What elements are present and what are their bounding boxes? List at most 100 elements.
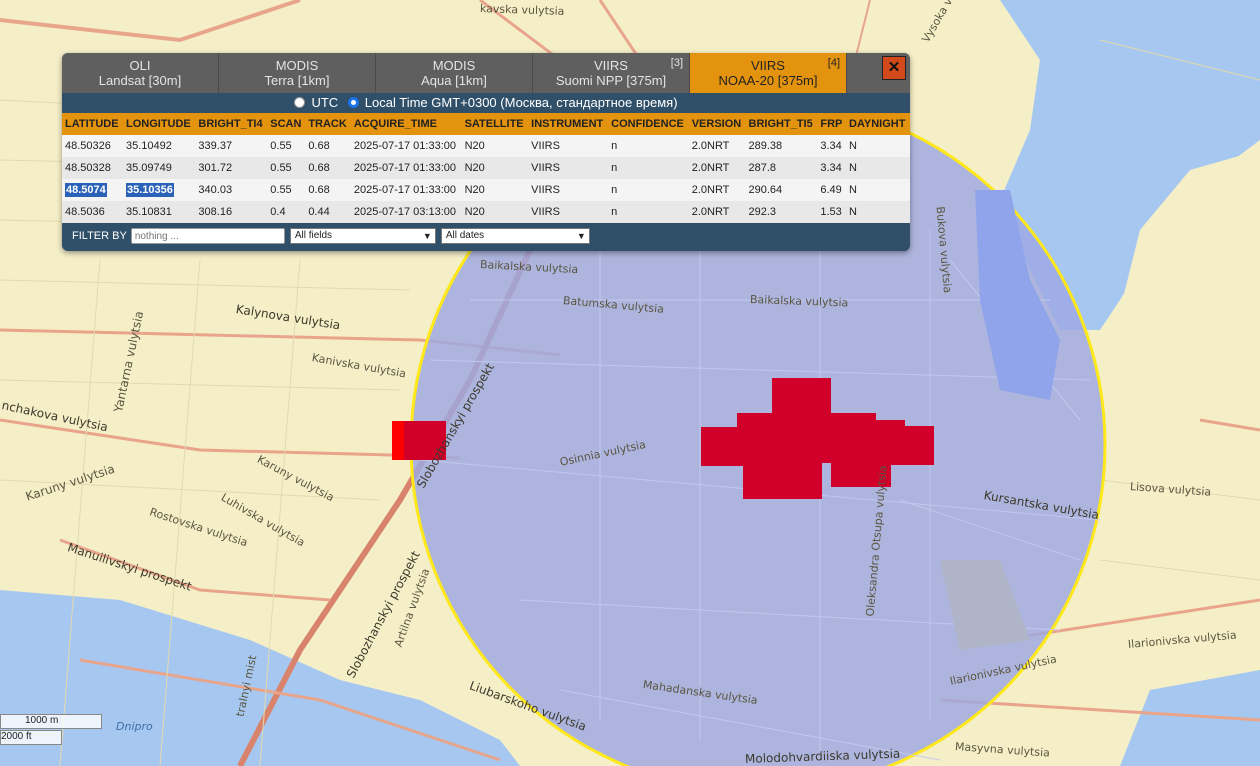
table-cell: N xyxy=(846,135,910,157)
column-header[interactable]: BRIGHT_TI4 xyxy=(195,113,268,135)
table-cell: 308.16 xyxy=(195,201,268,223)
tab-subtitle: Landsat [30m] xyxy=(98,73,182,88)
hotspot-pixel[interactable] xyxy=(870,420,905,465)
table-cell: 289.38 xyxy=(745,135,818,157)
water-label: Dnipro xyxy=(116,720,153,733)
highlighted-latitude: 48.5074 xyxy=(65,183,107,197)
table-cell: N xyxy=(846,157,910,179)
table-row[interactable]: 48.5036 35.10831 308.16 0.4 0.44 2025-07… xyxy=(62,201,910,223)
time-mode-selector: UTC Local Time GMT+0300 (Москва, стандар… xyxy=(62,93,910,113)
column-header[interactable]: INSTRUMENT xyxy=(528,113,609,135)
table-cell: 3.34 xyxy=(817,157,847,179)
table-cell: N20 xyxy=(461,179,529,201)
table-cell: 35.10356 xyxy=(122,179,196,201)
table-cell: 290.64 xyxy=(745,179,818,201)
hotspot-pixel[interactable] xyxy=(903,426,934,465)
column-header[interactable]: FRP xyxy=(817,113,847,135)
table-cell: N xyxy=(846,201,910,223)
tab-subtitle: Aqua [1km] xyxy=(421,73,487,88)
table-cell: 0.55 xyxy=(267,179,306,201)
table-cell: 2.0NRT xyxy=(688,135,746,157)
utc-option[interactable]: UTC xyxy=(294,93,338,113)
table-cell: 0.68 xyxy=(305,135,351,157)
column-header[interactable]: SATELLITE xyxy=(461,113,529,135)
table-cell: 2025-07-17 03:13:00 xyxy=(350,201,462,223)
table-row[interactable]: 48.50326 35.10492 339.37 0.55 0.68 2025-… xyxy=(62,135,910,157)
fire-data-table: LATITUDE LONGITUDE BRIGHT_TI4 SCAN TRACK… xyxy=(62,113,910,223)
table-cell: 35.09749 xyxy=(122,157,196,179)
table-cell: 0.55 xyxy=(267,157,306,179)
table-cell: 2.0NRT xyxy=(688,179,746,201)
fire-info-popup: OLI Landsat [30m] MODIS Terra [1km] MODI… xyxy=(62,53,910,251)
utc-radio[interactable] xyxy=(294,97,306,108)
tab-viirs-noaa-20[interactable]: [4] VIIRS NOAA-20 [375m] xyxy=(690,53,847,93)
table-cell: 0.68 xyxy=(305,179,351,201)
local-time-label: Local Time GMT+0300 (Москва, стандартное… xyxy=(364,95,678,110)
local-time-radio[interactable] xyxy=(347,97,359,108)
table-cell: 48.50328 xyxy=(62,157,123,179)
tab-title: OLI xyxy=(129,58,151,73)
table-cell: 301.72 xyxy=(195,157,268,179)
table-cell: VIIRS xyxy=(528,201,609,223)
tab-viirs-suomi-npp[interactable]: [3] VIIRS Suomi NPP [375m] xyxy=(533,53,690,93)
table-cell: VIIRS xyxy=(528,179,609,201)
table-cell: N20 xyxy=(461,201,529,223)
table-cell: 1.53 xyxy=(817,201,847,223)
filter-input[interactable] xyxy=(130,228,285,244)
date-select[interactable]: All dates ▼ xyxy=(440,228,590,244)
tab-oli-landsat[interactable]: OLI Landsat [30m] xyxy=(62,53,219,93)
chevron-down-icon: ▼ xyxy=(576,231,586,241)
local-time-option[interactable]: Local Time GMT+0300 (Москва, стандартное… xyxy=(347,93,678,113)
tab-modis-aqua[interactable]: MODIS Aqua [1km] xyxy=(376,53,533,93)
column-header[interactable]: SCAN xyxy=(267,113,306,135)
table-cell: 48.5074 xyxy=(62,179,123,201)
table-cell: 48.5036 xyxy=(62,201,123,223)
table-cell: 340.03 xyxy=(195,179,268,201)
sensor-tabs: OLI Landsat [30m] MODIS Terra [1km] MODI… xyxy=(62,53,910,93)
column-header[interactable]: TRACK xyxy=(305,113,351,135)
scale-bar-imperial: 2000 ft xyxy=(0,730,62,745)
table-cell: 35.10492 xyxy=(122,135,196,157)
column-header[interactable]: ACQUIRE_TIME xyxy=(350,113,462,135)
tab-title: MODIS xyxy=(432,58,476,73)
table-cell: 0.55 xyxy=(267,135,306,157)
tab-modis-terra[interactable]: MODIS Terra [1km] xyxy=(219,53,376,93)
column-header[interactable]: DAYNIGHT xyxy=(846,113,910,135)
field-select[interactable]: All fields ▼ xyxy=(289,228,436,244)
table-row-selected[interactable]: 48.5074 35.10356 340.03 0.55 0.68 2025-0… xyxy=(62,179,910,201)
column-header[interactable]: LATITUDE xyxy=(62,113,123,135)
tab-subtitle: NOAA-20 [375m] xyxy=(718,73,818,88)
table-cell: 2025-07-17 01:33:00 xyxy=(350,135,462,157)
tab-title: VIIRS xyxy=(594,58,628,73)
highlighted-longitude: 35.10356 xyxy=(125,183,174,197)
table-cell: 6.49 xyxy=(817,179,847,201)
table-cell: 0.4 xyxy=(267,201,306,223)
table-cell: N xyxy=(846,179,910,201)
column-header[interactable]: VERSION xyxy=(688,113,746,135)
table-cell: 287.8 xyxy=(745,157,818,179)
scale-metric-label: 1000 m xyxy=(25,715,59,726)
table-header-row: LATITUDE LONGITUDE BRIGHT_TI4 SCAN TRACK… xyxy=(62,113,910,135)
hotspot-pixel[interactable] xyxy=(743,455,822,499)
tab-subtitle: Terra [1km] xyxy=(264,73,330,88)
table-row[interactable]: 48.50328 35.09749 301.72 0.55 0.68 2025-… xyxy=(62,157,910,179)
table-cell: VIIRS xyxy=(528,135,609,157)
table-cell: 2025-07-17 01:33:00 xyxy=(350,179,462,201)
table-cell: 48.50326 xyxy=(62,135,123,157)
table-cell: n xyxy=(608,157,689,179)
table-cell: n xyxy=(608,201,689,223)
filter-bar: FILTER BY All fields ▼ All dates ▼ xyxy=(62,223,910,249)
table-cell: N20 xyxy=(461,157,529,179)
field-select-value: All fields xyxy=(294,230,333,241)
table-cell: 339.37 xyxy=(195,135,268,157)
column-header[interactable]: CONFIDENCE xyxy=(608,113,689,135)
table-cell: 2025-07-17 01:33:00 xyxy=(350,157,462,179)
hotspot-pixel[interactable] xyxy=(392,421,404,460)
scale-bar-metric: 1000 m xyxy=(0,714,102,729)
date-select-value: All dates xyxy=(445,230,485,241)
close-button[interactable]: ✕ xyxy=(882,56,906,80)
column-header[interactable]: BRIGHT_TI5 xyxy=(745,113,818,135)
column-header[interactable]: LONGITUDE xyxy=(122,113,196,135)
utc-label: UTC xyxy=(311,95,339,110)
tab-count-badge: [3] xyxy=(670,57,683,69)
